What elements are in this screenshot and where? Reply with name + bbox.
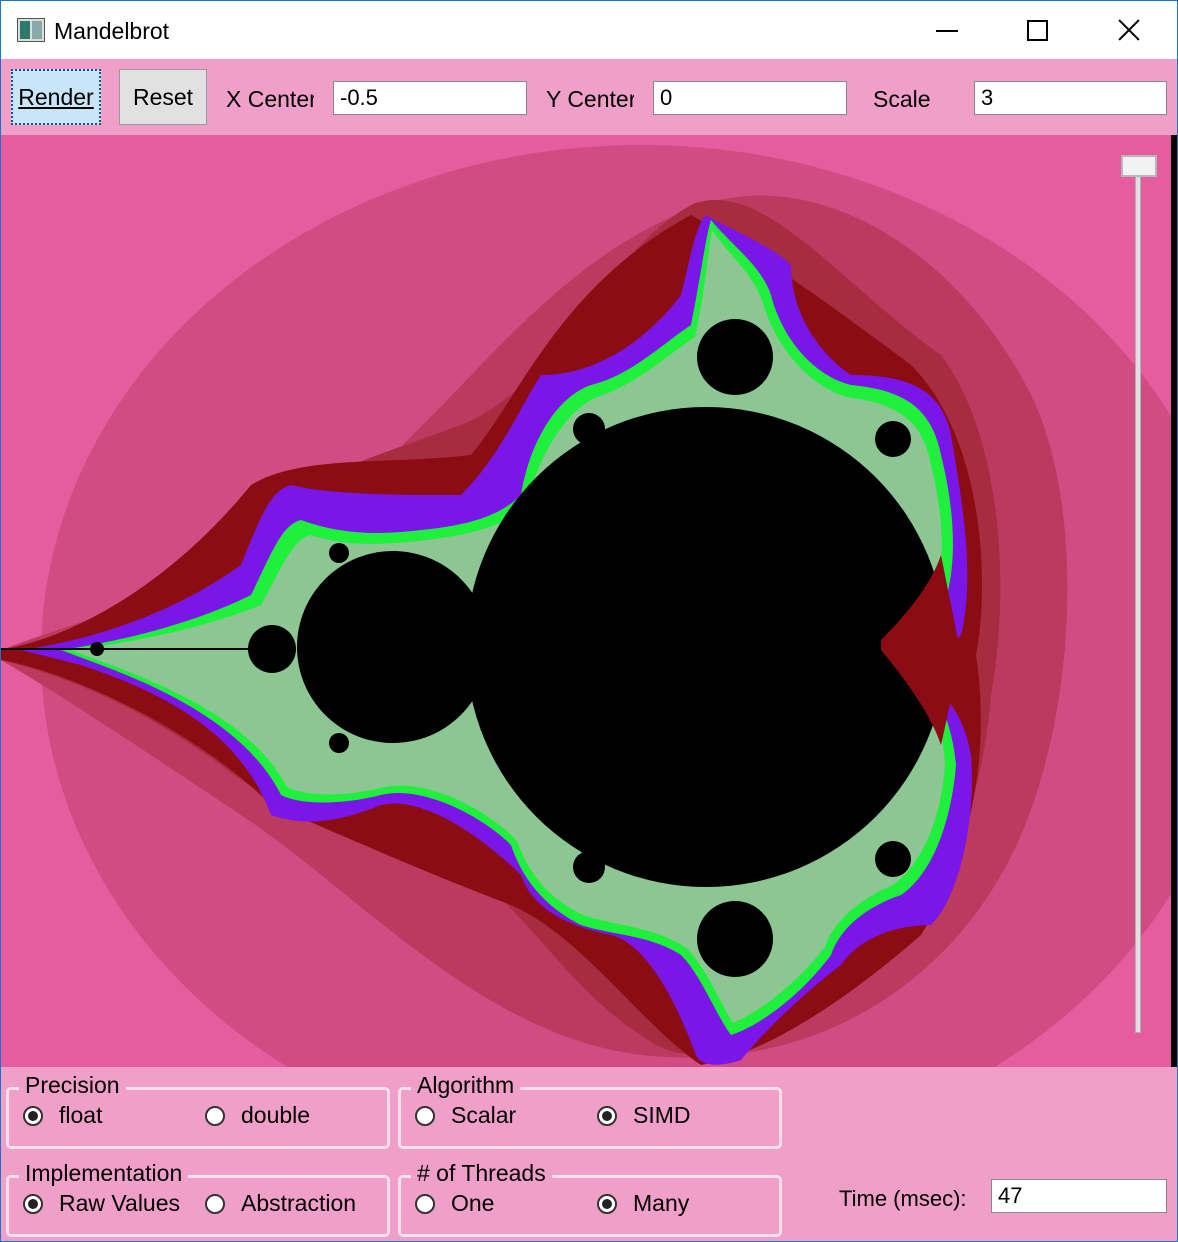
radio-double[interactable]: double (205, 1102, 310, 1129)
radio-unchecked-icon (205, 1193, 225, 1214)
top-bulb (697, 319, 773, 395)
radio-simd[interactable]: SIMD (597, 1102, 691, 1129)
maximize-button[interactable] (991, 1, 1083, 59)
x-center-input[interactable] (333, 81, 527, 115)
radio-raw-values[interactable]: Raw Values (23, 1190, 180, 1217)
radio-many-threads[interactable]: Many (597, 1190, 689, 1217)
radio-one-thread[interactable]: One (415, 1190, 494, 1217)
scale-label: Scale (873, 86, 931, 112)
close-button[interactable] (1083, 1, 1175, 59)
mandelbrot-render (1, 145, 1177, 1067)
zoom-slider-track[interactable] (1135, 171, 1141, 1033)
x-center-label: X Center (226, 86, 314, 112)
radio-checked-icon (23, 1105, 43, 1126)
app-icon (17, 18, 45, 42)
zoom-slider-thumb[interactable] (1121, 155, 1157, 177)
time-output[interactable] (991, 1179, 1167, 1213)
bottom-bulb (697, 901, 773, 977)
canvas-edge (1171, 135, 1177, 1067)
minimize-button[interactable] (901, 1, 993, 59)
small-bulb (248, 625, 296, 673)
precision-title: Precision (19, 1072, 126, 1098)
radio-unchecked-icon (415, 1105, 435, 1126)
radio-checked-icon (597, 1193, 617, 1214)
title-bar[interactable]: Mandelbrot (1, 1, 1177, 59)
implementation-title: Implementation (19, 1160, 189, 1186)
minor-bulb (875, 841, 911, 877)
scale-input[interactable] (974, 81, 1167, 115)
radio-scalar[interactable]: Scalar (415, 1102, 516, 1129)
precision-group: Precision float double (6, 1072, 390, 1149)
implementation-group: Implementation Raw Values Abstraction (6, 1160, 390, 1237)
threads-group: # of Threads One Many (398, 1160, 782, 1237)
threads-title: # of Threads (411, 1160, 552, 1186)
maximize-icon (1026, 19, 1048, 41)
radio-float[interactable]: float (23, 1102, 102, 1129)
minor-bulb (573, 413, 605, 445)
radio-checked-icon (597, 1105, 617, 1126)
algorithm-group: Algorithm Scalar SIMD (398, 1072, 782, 1149)
radio-unchecked-icon (415, 1193, 435, 1214)
period-2-bulb (297, 551, 489, 743)
minor-bulb (329, 733, 349, 753)
radio-abstraction[interactable]: Abstraction (205, 1190, 356, 1217)
window-title: Mandelbrot (54, 18, 170, 44)
minimize-icon (936, 30, 958, 32)
mandelbrot-window: Mandelbrot Render Reset X Center Y Cente… (0, 0, 1178, 1242)
radio-unchecked-icon (205, 1105, 225, 1126)
radio-checked-icon (23, 1193, 43, 1214)
y-center-label: Y Center (546, 86, 634, 112)
minor-bulb (573, 851, 605, 883)
close-icon (1118, 19, 1140, 41)
render-button[interactable]: Render (11, 69, 101, 125)
main-cardioid (466, 407, 946, 887)
zoom-slider[interactable] (1121, 153, 1157, 1037)
options-panel: Precision float double Algorithm Scalar … (1, 1067, 1177, 1241)
minor-bulb (329, 543, 349, 563)
mandelbrot-canvas[interactable] (1, 135, 1177, 1067)
mini-mandelbrot (90, 642, 104, 656)
time-label: Time (msec): (839, 1186, 967, 1211)
minor-bulb (875, 421, 911, 457)
algorithm-title: Algorithm (411, 1072, 521, 1098)
y-center-input[interactable] (653, 81, 847, 115)
reset-button[interactable]: Reset (119, 69, 207, 125)
